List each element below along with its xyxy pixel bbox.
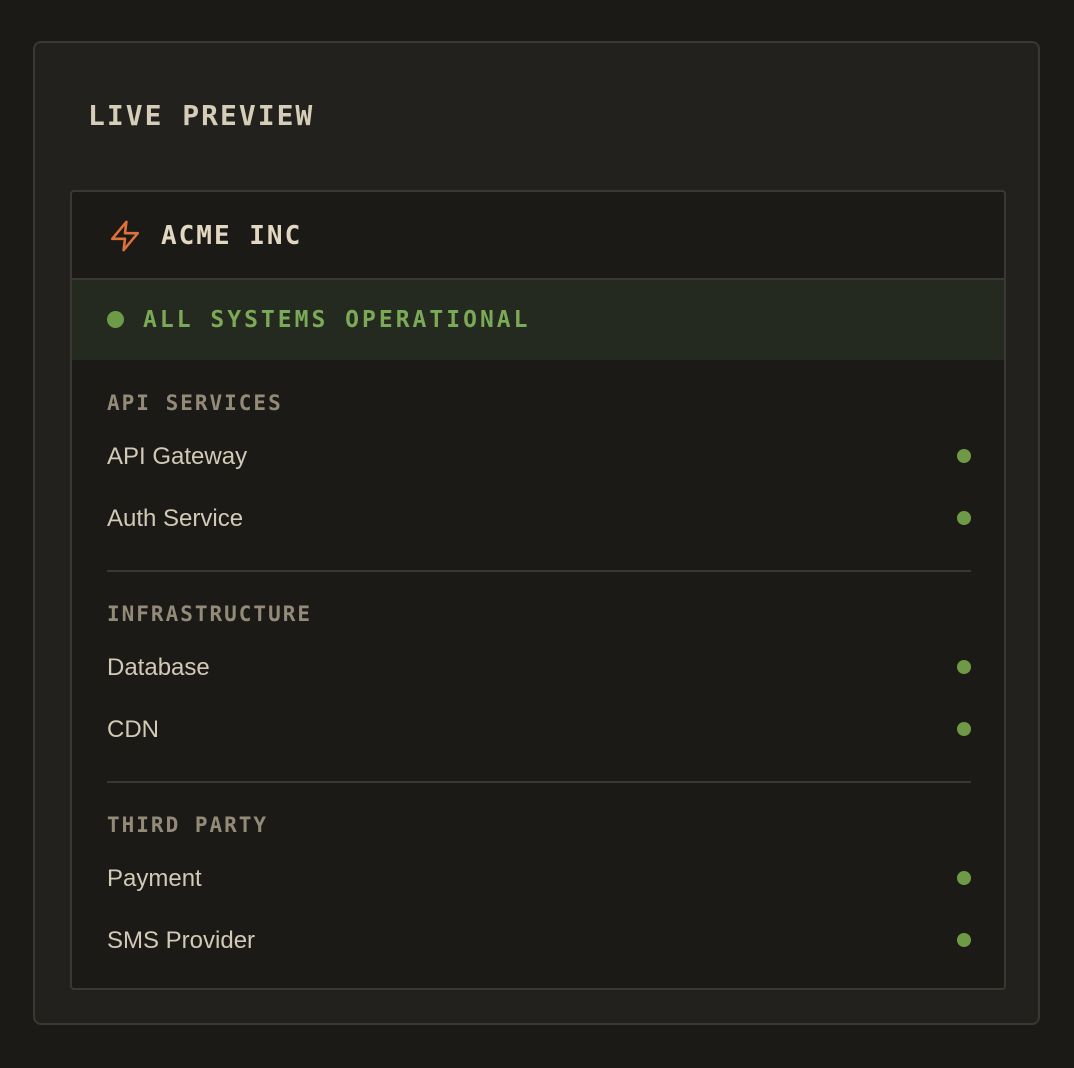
status-dot-icon [957,871,971,885]
service-name: SMS Provider [107,927,256,954]
group-divider [107,781,971,783]
group-heading-infrastructure: INFRASTRUCTURE [107,602,313,626]
service-name: CDN [107,716,159,743]
status-dot-icon [957,660,971,674]
status-dot-icon [957,933,971,947]
group-heading-third-party: THIRD PARTY [107,813,269,837]
service-name: Auth Service [107,505,244,532]
group-divider [107,570,971,572]
overall-status-banner: ALL SYSTEMS OPERATIONAL [72,280,1004,360]
service-row-database: Database [107,648,971,688]
status-page-preview: ACME INC ALL SYSTEMS OPERATIONAL API SER… [70,190,1006,990]
service-row-api-gateway: API Gateway [107,437,971,477]
live-preview-panel: LIVE PREVIEW ACME INC ALL SYSTEMS OPERAT… [33,41,1040,1025]
service-row-auth-service: Auth Service [107,499,971,539]
overall-status-text: ALL SYSTEMS OPERATIONAL [143,307,531,333]
status-dot-icon [957,722,971,736]
service-row-cdn: CDN [107,710,971,750]
status-dot-icon [107,311,124,328]
service-row-sms-provider: SMS Provider [107,921,971,961]
group-heading-api-services: API SERVICES [107,391,283,415]
service-row-payment: Payment [107,859,971,899]
lightning-bolt-icon [110,220,140,252]
service-name: API Gateway [107,443,248,470]
status-dot-icon [957,449,971,463]
service-name: Payment [107,865,202,892]
status-page-header: ACME INC [72,192,1004,280]
status-dot-icon [957,511,971,525]
panel-title: LIVE PREVIEW [88,99,315,132]
service-name: Database [107,654,210,681]
company-name: ACME INC [161,221,303,251]
